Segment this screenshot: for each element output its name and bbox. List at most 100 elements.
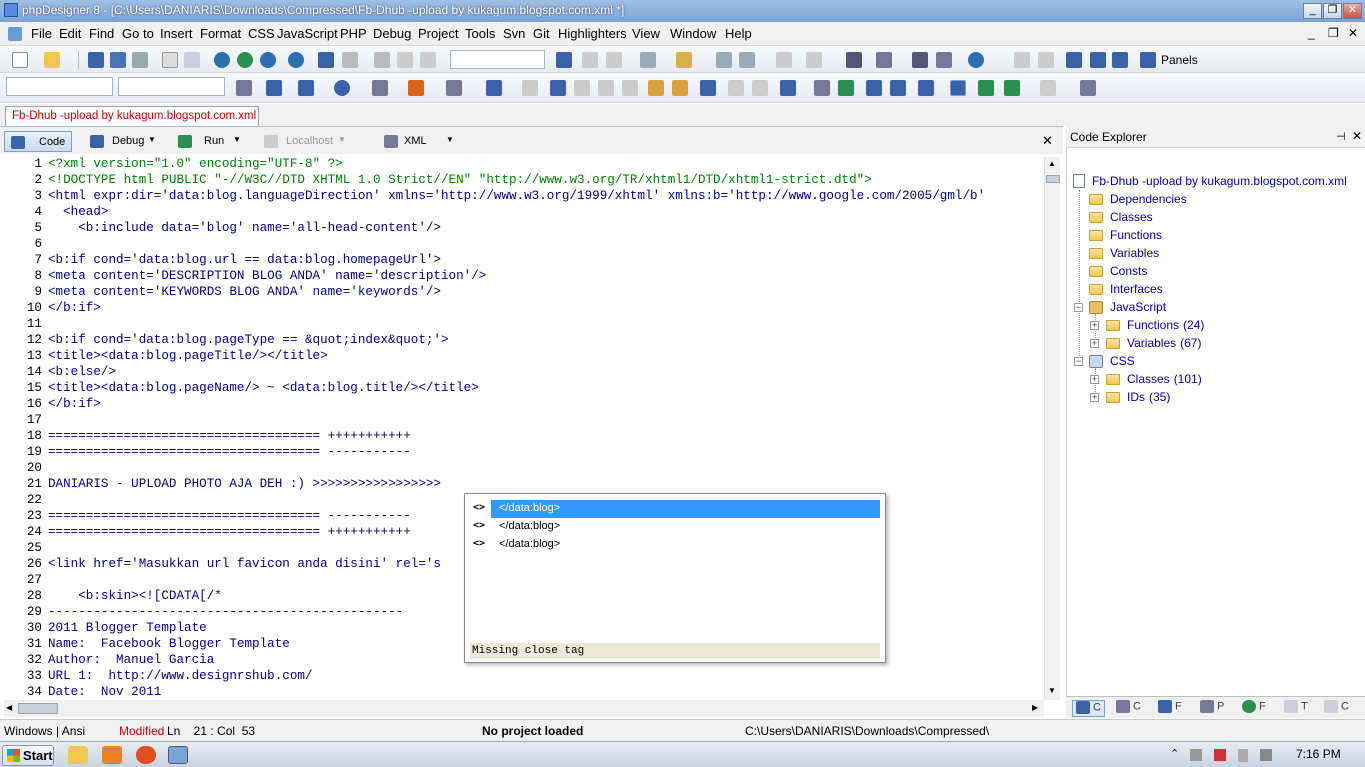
code-line[interactable]: 15 <title><data:blog.pageName/> ~ <data:b… — [4, 380, 1044, 396]
menu-git[interactable]: Git — [533, 26, 550, 41]
folder-tools-icon[interactable] — [676, 52, 692, 68]
mdi-restore-button[interactable]: ❐ — [1328, 26, 1339, 40]
tree-item-classes[interactable]: Classes — [1110, 210, 1153, 224]
tab-clipboard[interactable]: C — [1324, 700, 1349, 717]
code-line[interactable]: 34 Date: Nov 2011 — [4, 684, 1044, 700]
tree-item-css-ids[interactable]: IDs (35) — [1127, 390, 1170, 404]
open-folder-icon[interactable] — [44, 52, 60, 68]
code-line[interactable]: 10 </b:if> — [4, 300, 1044, 316]
bookmark2-icon[interactable] — [606, 52, 622, 68]
split-v-icon[interactable] — [1090, 52, 1106, 68]
menu-svn[interactable]: Svn — [503, 26, 525, 41]
tree-root[interactable]: Fb-Dhub -upload by kukagum.blogspot.com.… — [1092, 174, 1347, 188]
funnel-icon[interactable] — [716, 52, 732, 68]
save-all-icon[interactable] — [110, 52, 126, 68]
menu-edit[interactable]: Edit — [59, 26, 81, 41]
code-line[interactable]: 6 — [4, 236, 1044, 252]
autocomplete-item[interactable]: </data:blog> — [491, 518, 880, 536]
code-line[interactable]: 3 <html expr:dir='data:blog.languageDirec… — [4, 188, 1044, 204]
preview-icon[interactable] — [184, 52, 200, 68]
close-editor-icon[interactable]: ✕ — [1042, 133, 1053, 149]
plugin2-icon[interactable] — [936, 52, 952, 68]
frame2-icon[interactable] — [752, 80, 768, 96]
code-line[interactable]: 20 — [4, 460, 1044, 476]
firefox-taskbar-icon[interactable] — [136, 746, 156, 764]
copy-icon[interactable] — [397, 52, 413, 68]
mdi-minimize-button[interactable]: _ — [1308, 26, 1315, 40]
tree-item-interfaces[interactable]: Interfaces — [1110, 282, 1163, 296]
code-line[interactable]: 14 <b:else/> — [4, 364, 1044, 380]
autocomplete-item[interactable]: </data:blog> — [491, 536, 880, 554]
goto-icon[interactable] — [556, 52, 572, 68]
div-icon[interactable] — [918, 80, 934, 96]
code-line[interactable]: 7 <b:if cond='data:blog.url == data:blog.… — [4, 252, 1044, 268]
collapse-icon[interactable]: − — [1074, 303, 1083, 312]
tree-item-variables[interactable]: Variables — [1110, 246, 1159, 260]
code-line[interactable]: 1 <?xml version="1.0" encoding="UTF-8" ?> — [4, 156, 1044, 172]
tool-icon[interactable] — [846, 52, 862, 68]
forward-icon[interactable] — [806, 52, 822, 68]
battery-icon[interactable] — [1238, 749, 1248, 762]
export2-icon[interactable] — [1004, 80, 1020, 96]
code-line[interactable]: 11 — [4, 316, 1044, 332]
tab-ftp[interactable]: F — [1242, 700, 1266, 717]
tree-item-javascript[interactable]: JavaScript — [1110, 300, 1166, 314]
code-line[interactable]: 4 <head> — [4, 204, 1044, 220]
layout-icon[interactable] — [1014, 52, 1030, 68]
explorer-taskbar-icon[interactable] — [68, 746, 88, 764]
tab-document[interactable]: Fb-Dhub -upload by kukagum.blogspot.com.… — [5, 106, 259, 126]
filter-icon[interactable] — [640, 52, 656, 68]
wrap-icon[interactable] — [236, 80, 252, 96]
menu-debug[interactable]: Debug — [373, 26, 411, 41]
menu-help[interactable]: Help — [725, 26, 752, 41]
indent-icon[interactable] — [550, 80, 566, 96]
code-view-button[interactable]: Code — [4, 131, 72, 152]
vertical-scroll-thumb[interactable] — [1046, 175, 1060, 183]
plugin-icon[interactable] — [912, 52, 928, 68]
volume-icon[interactable] — [1260, 749, 1272, 761]
settings-icon[interactable] — [1080, 80, 1096, 96]
code-line[interactable]: 5 <b:include data='blog' name='all-head-… — [4, 220, 1044, 236]
back-icon[interactable] — [776, 52, 792, 68]
expand-icon[interactable]: + — [1090, 393, 1099, 402]
run-button[interactable]: Run ▼ — [172, 131, 242, 152]
hand-icon[interactable] — [648, 80, 664, 96]
tree-item-functions[interactable]: Functions — [1110, 228, 1162, 242]
new-file-icon[interactable] — [12, 52, 28, 68]
undo-icon[interactable] — [318, 52, 334, 68]
picture-icon[interactable] — [838, 80, 854, 96]
encoding-status[interactable]: Windows | Ansi — [4, 724, 85, 738]
vertical-scrollbar[interactable]: ▲ ▼ — [1044, 157, 1060, 700]
menu-window[interactable]: Window — [670, 26, 716, 41]
tool2-icon[interactable] — [1040, 80, 1056, 96]
collapse-icon[interactable]: − — [1074, 357, 1083, 366]
table2-icon[interactable] — [866, 80, 882, 96]
marker-icon[interactable] — [408, 80, 424, 96]
tree-item-css-classes[interactable]: Classes (101) — [1127, 372, 1202, 386]
tree-item-consts[interactable]: Consts — [1110, 264, 1147, 278]
outdent-icon[interactable] — [574, 80, 590, 96]
code-line[interactable]: 13 <title><data:blog.pageTitle/></title> — [4, 348, 1044, 364]
highlighter-dropdown[interactable]: XML ▼ — [378, 131, 458, 152]
cut-icon[interactable] — [374, 52, 390, 68]
search-tool-icon[interactable] — [876, 52, 892, 68]
code-line[interactable]: 9 <meta content='KEYWORDS BLOG ANDA' name… — [4, 284, 1044, 300]
code-line[interactable]: 8 <meta content='DESCRIPTION BLOG ANDA' n… — [4, 268, 1044, 284]
image-icon[interactable] — [700, 80, 716, 96]
tab-todo[interactable]: T — [1284, 700, 1308, 717]
clock[interactable]: 7:16 PM — [1296, 747, 1341, 761]
bookmark-icon[interactable] — [582, 52, 598, 68]
size-dropdown[interactable] — [118, 77, 225, 96]
pin-icon[interactable]: ⊣ — [1336, 130, 1346, 143]
minimize-button[interactable]: _ — [1303, 3, 1322, 19]
code-line[interactable]: 19 ==================================== -… — [4, 444, 1044, 460]
tab-file-browser[interactable]: F — [1158, 700, 1182, 717]
frame-icon[interactable] — [728, 80, 744, 96]
code-line[interactable]: 33 URL 1: http://www.designrshub.com/ — [4, 668, 1044, 684]
list-icon[interactable] — [372, 80, 388, 96]
panels-icon[interactable] — [1140, 52, 1156, 68]
layout2-icon[interactable] — [1038, 52, 1054, 68]
browser2-icon[interactable] — [237, 52, 253, 68]
checkbox-icon[interactable] — [780, 80, 796, 96]
print-icon[interactable] — [162, 52, 178, 68]
